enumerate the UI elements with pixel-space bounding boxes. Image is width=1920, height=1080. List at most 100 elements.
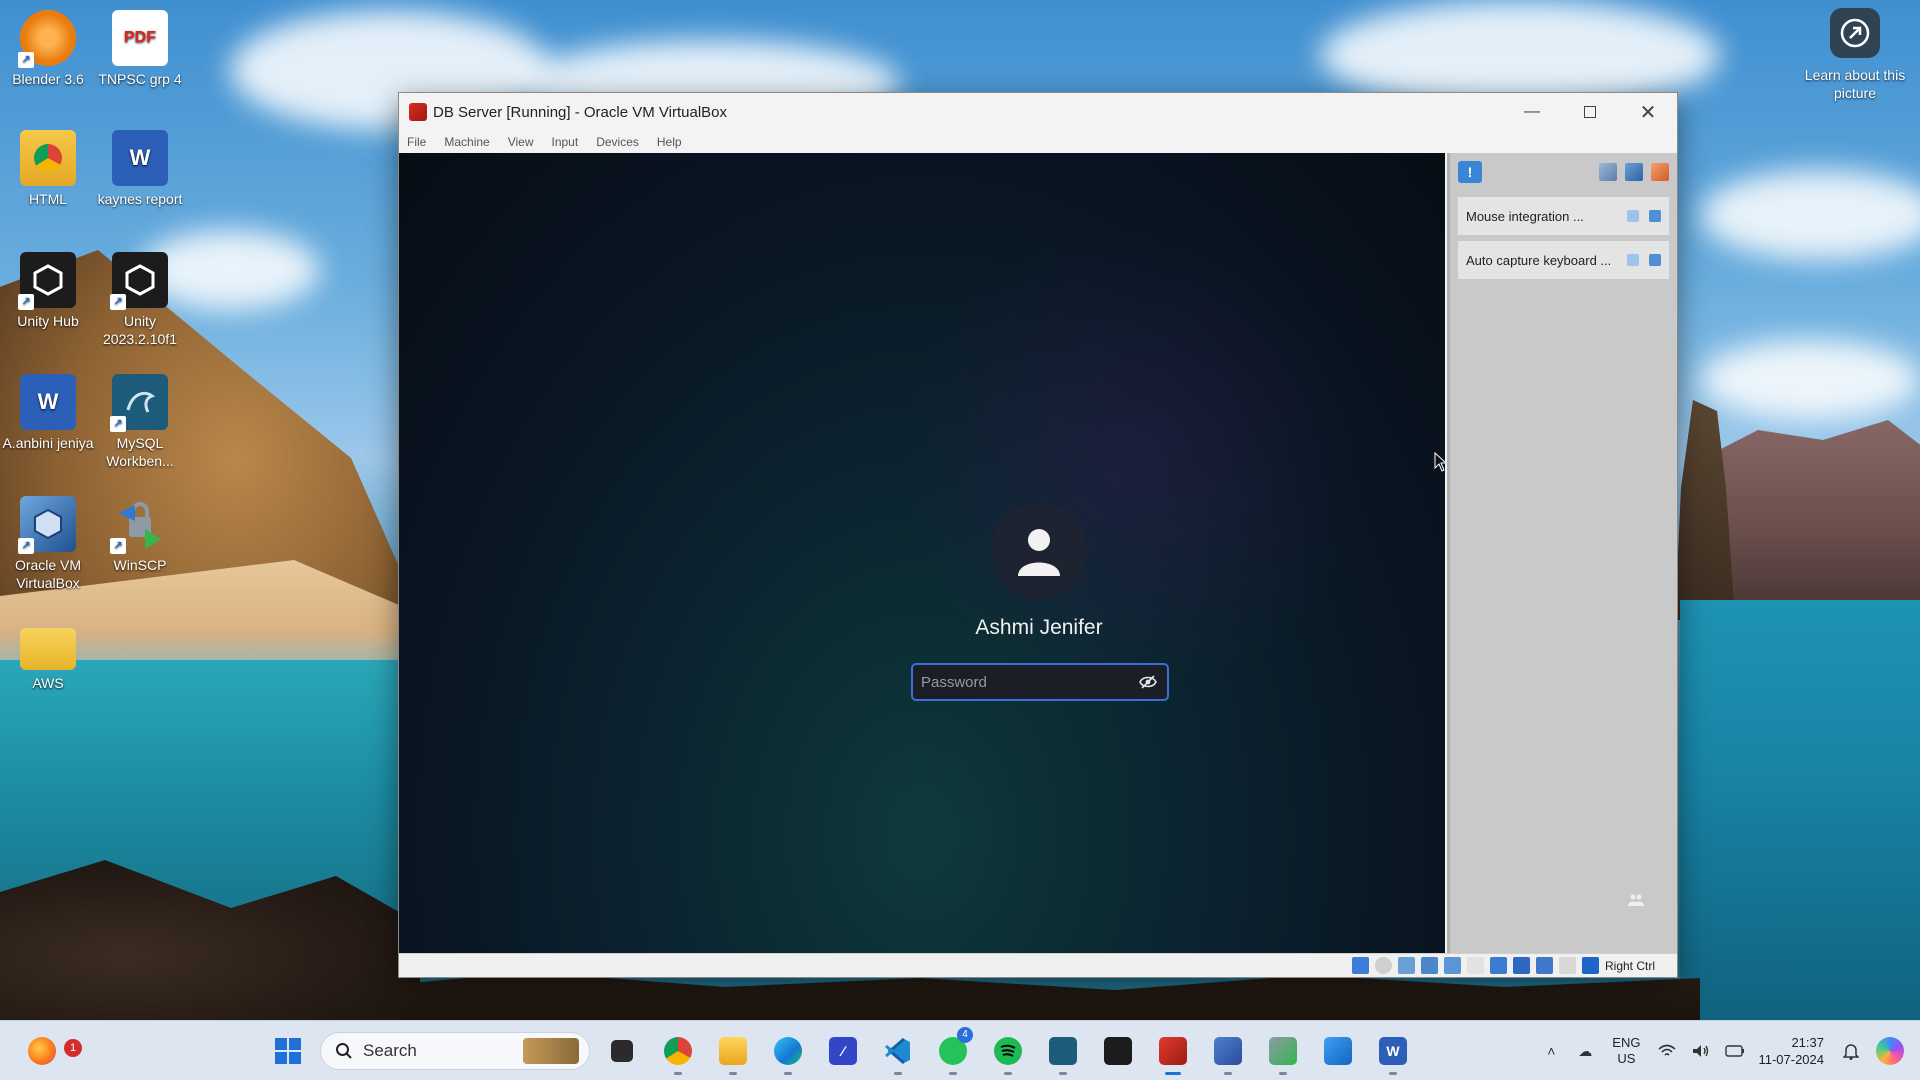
recording-icon[interactable] [1512,957,1530,974]
do-not-show-icon[interactable] [1627,254,1639,266]
user-icon [1018,529,1060,576]
display-icon[interactable] [1489,957,1507,974]
dismiss-icon[interactable] [1649,254,1661,266]
mouse-integration-icon[interactable] [1558,957,1576,974]
audio-icon[interactable] [1397,957,1415,974]
optical-drive-icon[interactable] [1374,957,1392,974]
edge-icon [774,1037,802,1065]
word-doc-icon: W [112,130,168,186]
desktop-icon-html[interactable]: HTML [2,130,94,208]
desktop-icon-virtualbox[interactable]: ↗ Oracle VM VirtualBox [2,496,94,592]
vm-display[interactable]: Ashmi Jenifer [399,153,1445,953]
desktop-icon-label: AWS [32,675,64,691]
notification-item[interactable]: Mouse integration ... [1458,197,1669,235]
onedrive-icon[interactable]: ☁ [1574,1040,1596,1062]
taskbar-app-blue[interactable]: ∕ [823,1031,863,1071]
desktop-icon-blender[interactable]: ↗ Blender 3.6 [2,10,94,88]
taskbar-edge[interactable] [768,1031,808,1075]
language-label: ENG [1612,1035,1641,1050]
maximize-icon [1584,106,1596,118]
menu-devices[interactable]: Devices [596,135,639,149]
desktop-icon-aws-folder[interactable]: AWS [2,620,94,692]
notification-alert-icon[interactable]: ! [1458,161,1482,183]
password-field[interactable] [911,663,1169,701]
clear-all-icon[interactable] [1651,163,1669,181]
maximize-button[interactable] [1561,93,1619,131]
wallpaper-cloud [1700,170,1920,260]
start-button[interactable] [268,1031,308,1071]
copilot-icon[interactable] [1874,1035,1906,1067]
clock[interactable]: 21:37 11-07-2024 [1758,1034,1824,1068]
bell-icon[interactable] [1840,1040,1862,1062]
taskbar-whatsapp[interactable]: 4 [933,1027,973,1075]
language-indicator[interactable]: ENG US [1612,1035,1640,1067]
virtualbox-window: DB Server [Running] - Oracle VM VirtualB… [398,92,1678,978]
taskbar-remote-desktop[interactable] [1208,1031,1248,1075]
dismiss-icon[interactable] [1649,210,1661,222]
spotify-icon [994,1037,1022,1065]
volume-icon[interactable] [1690,1040,1712,1062]
eye-slash-icon[interactable] [1137,671,1159,693]
keep-icon[interactable] [1625,163,1643,181]
word-glyph: W [129,145,151,170]
desktop-icon-label: Oracle VM VirtualBox [14,557,82,591]
keyboard-capture-icon[interactable] [1581,957,1599,974]
wifi-icon[interactable] [1656,1040,1678,1062]
people-icon [1628,893,1644,906]
desktop-icon-unity-editor[interactable]: ↗ Unity 2023.2.10f1 [94,252,186,348]
menu-view[interactable]: View [508,135,534,149]
taskbar-word[interactable]: W [1373,1031,1413,1075]
do-not-show-icon[interactable] [1627,210,1639,222]
taskbar-vscode[interactable] [878,1031,918,1075]
menu-file[interactable]: File [407,135,426,149]
window-titlebar[interactable]: DB Server [Running] - Oracle VM VirtualB… [399,93,1677,131]
battery-icon[interactable] [1724,1040,1746,1062]
menu-input[interactable]: Input [552,135,579,149]
taskbar-search[interactable]: Search [320,1032,590,1070]
desktop-icon-label: A.anbini jeniya [2,435,94,451]
winscp-icon: ↗ [110,496,168,554]
close-button[interactable]: ✕ [1619,93,1677,131]
chevron-up-icon[interactable]: ˄ [1540,1040,1562,1062]
login-username: Ashmi Jenifer [975,616,1103,639]
sort-icon[interactable] [1599,163,1617,181]
shared-folders-icon[interactable] [1466,957,1484,974]
desktop-icon-mysql-workbench[interactable]: ↗ MySQL Workben... [94,374,186,470]
taskbar-chrome[interactable] [658,1031,698,1075]
pdf-glyph: PDF [124,29,156,46]
minimize-button[interactable]: — [1503,93,1561,131]
system-tray: ˄ ☁ ENG US 21:37 11-07-2024 [1534,1021,1920,1080]
desktop-icon-tnpsc[interactable]: PDF TNPSC grp 4 [94,10,186,88]
menu-machine[interactable]: Machine [444,135,489,149]
chrome-icon [34,144,62,172]
taskbar-firefox[interactable]: 1 [22,1031,82,1071]
learn-about-picture-widget[interactable]: Learn about this picture [1800,8,1910,102]
taskbar-task-view[interactable] [602,1031,642,1071]
taskbar-winscp[interactable] [1263,1031,1303,1075]
desktop-icon-kaynes-report[interactable]: W kaynes report [94,130,186,208]
unity-hub-icon: ↗ [18,252,76,310]
notification-item[interactable]: Auto capture keyboard ... [1458,241,1669,279]
mysql-workbench-icon [1049,1037,1077,1065]
search-highlight-image [523,1038,579,1064]
cpu-icon[interactable] [1535,957,1553,974]
desktop-icon-label: HTML [28,191,68,207]
taskbar-unity[interactable] [1098,1031,1138,1071]
menu-help[interactable]: Help [657,135,682,149]
windows-icon [275,1038,301,1064]
task-view-icon [611,1040,633,1062]
hard-disk-icon[interactable] [1351,957,1369,974]
taskbar-virtualbox[interactable] [1153,1031,1193,1075]
desktop-icon-winscp[interactable]: ↗ WinSCP [94,496,186,574]
taskbar-mysql-workbench[interactable] [1043,1031,1083,1075]
usb-icon[interactable] [1443,957,1461,974]
taskbar-spotify[interactable] [988,1031,1028,1075]
taskbar-file-explorer[interactable] [713,1031,753,1075]
desktop-icon-anbini-jeniya[interactable]: W A.anbini jeniya [2,374,94,452]
desktop-icon-unity-hub[interactable]: ↗ Unity Hub [2,252,94,330]
taskbar-app-azure[interactable] [1318,1031,1358,1071]
user-avatar [991,503,1087,599]
firefox-badge: 1 [64,1039,82,1057]
network-icon[interactable] [1420,957,1438,974]
password-input[interactable] [921,673,1137,691]
